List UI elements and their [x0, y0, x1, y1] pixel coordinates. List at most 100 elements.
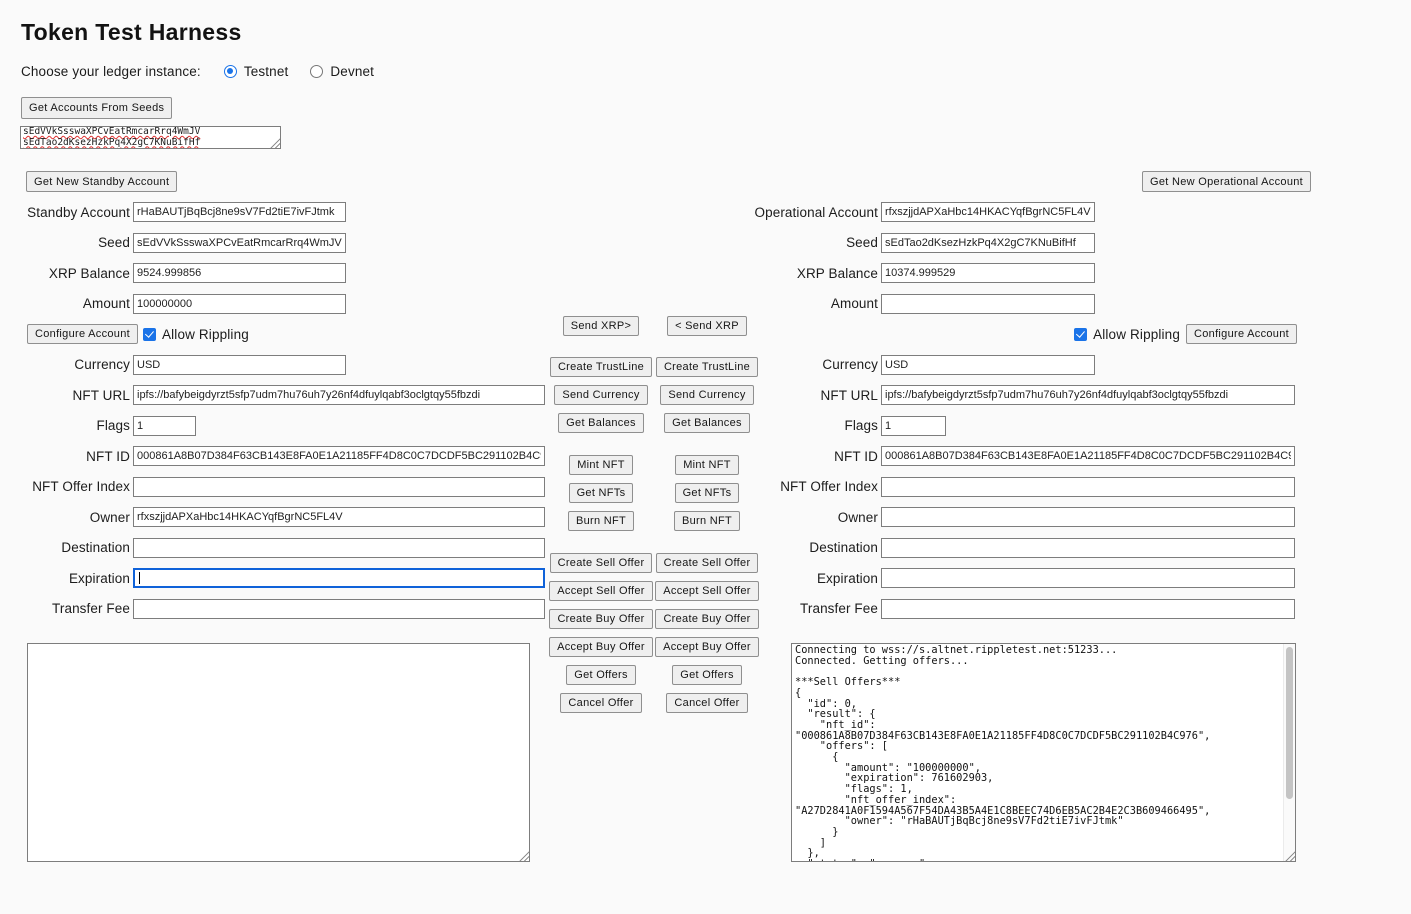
standby-xrp-balance-label: XRP Balance [19, 266, 130, 281]
operational-cancel-offer-button[interactable]: Cancel Offer [666, 693, 747, 713]
standby-owner-label: Owner [19, 510, 130, 525]
operational-nft-id-label: NFT ID [740, 449, 878, 464]
operational-nft-offer-index-label: NFT Offer Index [740, 479, 878, 494]
operational-create-buy-offer-button[interactable]: Create Buy Offer [655, 609, 758, 629]
standby-amount-input[interactable] [133, 294, 346, 314]
standby-cancel-offer-button[interactable]: Cancel Offer [560, 693, 641, 713]
operational-nft-url-input[interactable] [881, 385, 1295, 405]
operational-nft-offer-index-input[interactable] [881, 477, 1295, 497]
operational-form: Operational Account Seed XRP Balance Amo… [740, 202, 1297, 629]
standby-nft-id-input[interactable] [133, 446, 545, 466]
standby-amount-label: Amount [19, 296, 130, 311]
operational-send-xrp-button[interactable]: < Send XRP [667, 316, 747, 336]
standby-create-sell-offer-button[interactable]: Create Sell Offer [550, 553, 653, 573]
standby-flags-label: Flags [19, 418, 130, 433]
operational-amount-input[interactable] [881, 294, 1095, 314]
standby-nft-url-input[interactable] [133, 385, 545, 405]
standby-create-buy-offer-button[interactable]: Create Buy Offer [549, 609, 652, 629]
operational-results-textarea[interactable]: Connecting to wss://s.altnet.rippletest.… [791, 643, 1296, 862]
standby-transfer-fee-label: Transfer Fee [19, 601, 130, 616]
operational-results-scrollbar[interactable] [1283, 644, 1295, 861]
page-title: Token Test Harness [21, 19, 242, 46]
standby-flags-input[interactable] [133, 416, 196, 436]
operational-account-label: Operational Account [740, 205, 878, 220]
standby-get-nfts-button[interactable]: Get NFTs [569, 483, 634, 503]
operational-create-trustline-button[interactable]: Create TrustLine [656, 357, 758, 377]
standby-results-resize-handle[interactable] [518, 850, 529, 861]
standby-configure-account-button[interactable]: Configure Account [27, 324, 138, 344]
operational-seed-label: Seed [740, 235, 878, 250]
testnet-radio[interactable] [224, 65, 237, 78]
operational-allow-rippling-label: Allow Rippling [1093, 327, 1180, 342]
operational-account-input[interactable] [881, 202, 1095, 222]
standby-form: Standby Account Seed XRP Balance Amount … [19, 202, 545, 629]
seed-line-operational: sEdTao2dKsezHzkPq4X2gC7KNuBifHf [23, 138, 278, 149]
get-new-standby-account-button[interactable]: Get New Standby Account [26, 171, 177, 192]
operational-destination-input[interactable] [881, 538, 1295, 558]
seeds-textarea[interactable]: sEdVVkSsswaXPCvEatRmcarRrq4WmJV sEdTao2d… [20, 126, 281, 149]
operational-allow-rippling-checkbox[interactable] [1074, 328, 1087, 341]
operational-mint-nft-button[interactable]: Mint NFT [675, 455, 739, 475]
standby-nft-url-label: NFT URL [19, 388, 130, 403]
seeds-resize-handle[interactable] [269, 137, 280, 148]
standby-accept-sell-offer-button[interactable]: Accept Sell Offer [549, 581, 652, 601]
operational-transfer-fee-input[interactable] [881, 599, 1295, 619]
standby-nft-offer-index-label: NFT Offer Index [19, 479, 130, 494]
ledger-prompt: Choose your ledger instance: [21, 64, 201, 79]
operational-burn-nft-button[interactable]: Burn NFT [674, 511, 740, 531]
standby-nft-id-label: NFT ID [19, 449, 130, 464]
operational-flags-label: Flags [740, 418, 878, 433]
operational-results-text: Connecting to wss://s.altnet.rippletest.… [792, 644, 1283, 861]
get-accounts-from-seeds-button[interactable]: Get Accounts From Seeds [21, 97, 172, 119]
operational-get-balances-button[interactable]: Get Balances [664, 413, 750, 433]
standby-seed-input[interactable] [133, 233, 346, 253]
operational-actions-column: < Send XRP Create TrustLine Send Currenc… [659, 316, 755, 713]
text-caret [139, 572, 140, 584]
operational-owner-input[interactable] [881, 507, 1295, 527]
standby-create-trustline-button[interactable]: Create TrustLine [550, 357, 652, 377]
operational-create-sell-offer-button[interactable]: Create Sell Offer [656, 553, 759, 573]
standby-currency-input[interactable] [133, 355, 346, 375]
operational-accept-buy-offer-button[interactable]: Accept Buy Offer [655, 637, 759, 657]
operational-results-resize-handle[interactable] [1284, 850, 1295, 861]
operational-get-offers-button[interactable]: Get Offers [672, 665, 742, 685]
scrollbar-thumb[interactable] [1286, 647, 1293, 799]
operational-xrp-balance-input[interactable] [881, 263, 1095, 283]
operational-currency-input[interactable] [881, 355, 1095, 375]
operational-seed-input[interactable] [881, 233, 1095, 253]
operational-nft-id-input[interactable] [881, 446, 1295, 466]
operational-transfer-fee-label: Transfer Fee [740, 601, 878, 616]
standby-nft-offer-index-input[interactable] [133, 477, 545, 497]
standby-xrp-balance-input[interactable] [133, 263, 346, 283]
standby-send-currency-button[interactable]: Send Currency [554, 385, 647, 405]
standby-get-balances-button[interactable]: Get Balances [558, 413, 644, 433]
standby-destination-label: Destination [19, 540, 130, 555]
standby-owner-input[interactable] [133, 507, 545, 527]
operational-send-currency-button[interactable]: Send Currency [660, 385, 753, 405]
operational-nft-url-label: NFT URL [740, 388, 878, 403]
operational-flags-input[interactable] [881, 416, 946, 436]
get-new-operational-account-button[interactable]: Get New Operational Account [1142, 171, 1311, 192]
operational-expiration-input[interactable] [881, 568, 1295, 588]
operational-get-nfts-button[interactable]: Get NFTs [675, 483, 740, 503]
operational-configure-account-button[interactable]: Configure Account [1186, 324, 1297, 344]
standby-mint-nft-button[interactable]: Mint NFT [569, 455, 633, 475]
operational-destination-label: Destination [740, 540, 878, 555]
standby-get-offers-button[interactable]: Get Offers [566, 665, 636, 685]
standby-allow-rippling-checkbox[interactable] [143, 328, 156, 341]
standby-results-textarea[interactable] [27, 643, 530, 862]
standby-send-xrp-button[interactable]: Send XRP> [563, 316, 640, 336]
standby-expiration-input[interactable] [133, 568, 545, 588]
operational-accept-sell-offer-button[interactable]: Accept Sell Offer [655, 581, 758, 601]
devnet-radio[interactable] [310, 65, 323, 78]
operational-currency-label: Currency [740, 357, 878, 372]
standby-destination-input[interactable] [133, 538, 545, 558]
operational-owner-label: Owner [740, 510, 878, 525]
standby-transfer-fee-input[interactable] [133, 599, 545, 619]
standby-allow-rippling-label: Allow Rippling [162, 327, 249, 342]
standby-accept-buy-offer-button[interactable]: Accept Buy Offer [549, 637, 653, 657]
standby-account-input[interactable] [133, 202, 346, 222]
operational-expiration-label: Expiration [740, 571, 878, 586]
standby-burn-nft-button[interactable]: Burn NFT [568, 511, 634, 531]
standby-expiration-label: Expiration [19, 571, 130, 586]
